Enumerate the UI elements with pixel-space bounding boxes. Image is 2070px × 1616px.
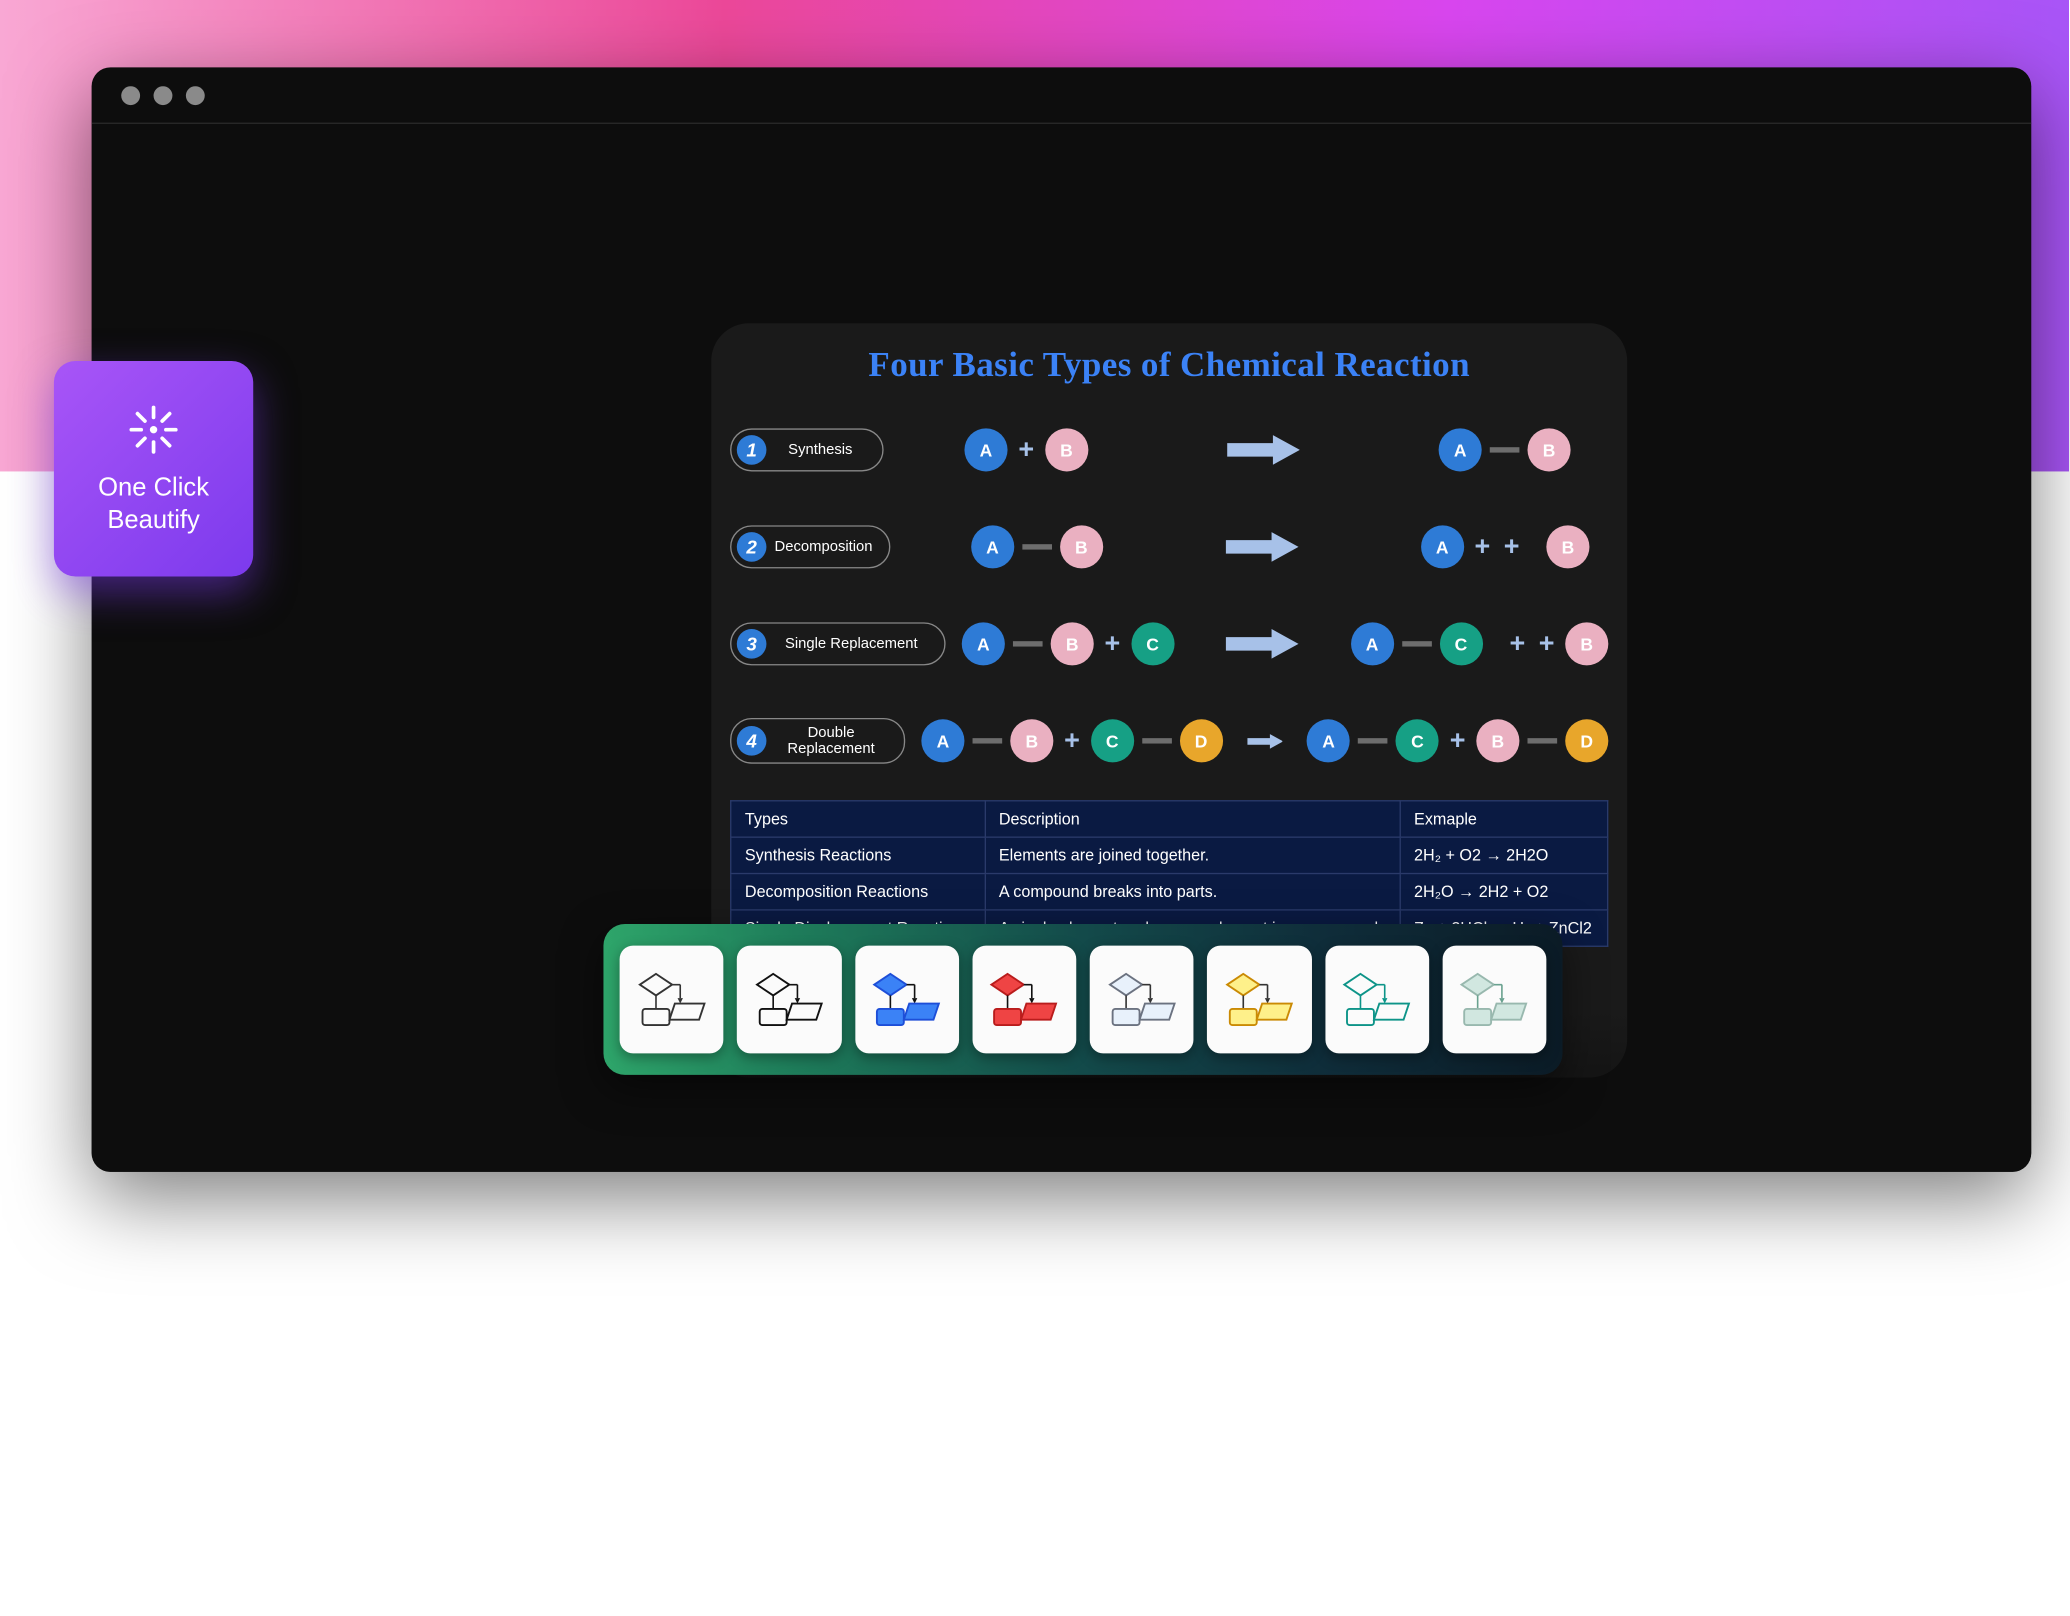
reaction-row-single-replacement: 3 Single Replacement A B + C A C + + B bbox=[730, 595, 1608, 692]
atom-c: C bbox=[1131, 622, 1174, 665]
theme-tile-outline-bold[interactable] bbox=[737, 946, 841, 1054]
table-header-description: Description bbox=[985, 801, 1400, 837]
atom-b: B bbox=[1565, 622, 1608, 665]
atom-b: B bbox=[1546, 525, 1589, 568]
atom-a: A bbox=[971, 525, 1014, 568]
window-minimize-button[interactable] bbox=[154, 86, 173, 105]
theme-tile-teal-outline[interactable] bbox=[1325, 946, 1429, 1054]
plus-sign: + bbox=[1102, 628, 1123, 659]
atom-b: B bbox=[1045, 428, 1088, 471]
reaction-number-4: 4 bbox=[737, 726, 767, 756]
reaction-name-1: Synthesis bbox=[775, 442, 867, 458]
atom-b: B bbox=[1051, 622, 1094, 665]
theme-selector-strip bbox=[603, 924, 1562, 1075]
plus-sign: + bbox=[1447, 725, 1468, 756]
plus-sign: + bbox=[1472, 531, 1493, 562]
plus-sign: + bbox=[1016, 434, 1037, 465]
reaction-label-1: 1 Synthesis bbox=[730, 428, 884, 471]
bond bbox=[1402, 641, 1432, 646]
sparkle-icon bbox=[124, 400, 183, 459]
bond bbox=[1142, 738, 1172, 743]
atom-b: B bbox=[1010, 719, 1053, 762]
theme-tile-yellow[interactable] bbox=[1207, 946, 1311, 1054]
window-titlebar bbox=[92, 67, 2032, 124]
bond bbox=[1527, 738, 1557, 743]
reaction-arrow-icon bbox=[1247, 723, 1283, 758]
plus-sign: + bbox=[1536, 628, 1557, 659]
reaction-row-double-replacement: 4 Double Replacement A B + C D A C + B D bbox=[730, 692, 1608, 789]
theme-tile-red[interactable] bbox=[972, 946, 1076, 1054]
reaction-row-synthesis: 1 Synthesis A + B A B bbox=[730, 401, 1608, 498]
atom-d: D bbox=[1180, 719, 1223, 762]
bond bbox=[1490, 447, 1520, 452]
reaction-number-1: 1 bbox=[737, 435, 767, 465]
table-header-example: Exmaple bbox=[1400, 801, 1608, 837]
bond bbox=[1358, 738, 1388, 743]
reaction-label-2: 2 Decomposition bbox=[730, 525, 890, 568]
window-close-button[interactable] bbox=[121, 86, 140, 105]
atom-c: C bbox=[1396, 719, 1439, 762]
atom-b: B bbox=[1527, 428, 1570, 471]
atom-a: A bbox=[1351, 622, 1394, 665]
atom-a: A bbox=[1421, 525, 1464, 568]
plus-sign: + bbox=[1507, 628, 1528, 659]
atom-a: A bbox=[1439, 428, 1482, 471]
one-click-beautify-label: One Click Beautify bbox=[65, 473, 243, 537]
reaction-name-2: Decomposition bbox=[775, 539, 873, 555]
reaction-arrow-icon bbox=[1227, 432, 1300, 467]
atom-a: A bbox=[964, 428, 1007, 471]
table-header-types: Types bbox=[731, 801, 985, 837]
one-click-beautify-card[interactable]: One Click Beautify bbox=[54, 361, 253, 577]
diagram-title: Four Basic Types of Chemical Reaction bbox=[730, 345, 1608, 385]
table-row: Decomposition Reactions A compound break… bbox=[731, 874, 1608, 910]
reaction-arrow-icon bbox=[1226, 626, 1299, 661]
reaction-name-3: Single Replacement bbox=[775, 636, 929, 652]
bond bbox=[1013, 641, 1043, 646]
atom-b: B bbox=[1060, 525, 1103, 568]
reaction-number-2: 2 bbox=[737, 532, 767, 562]
window-zoom-button[interactable] bbox=[186, 86, 205, 105]
theme-tile-sky[interactable] bbox=[1090, 946, 1194, 1054]
table-row: Synthesis Reactions Elements are joined … bbox=[731, 837, 1608, 873]
plus-sign: + bbox=[1061, 725, 1082, 756]
reaction-name-4: Double Replacement bbox=[775, 725, 888, 758]
reaction-arrow-icon bbox=[1225, 529, 1298, 564]
atom-a: A bbox=[1307, 719, 1350, 762]
atom-a: A bbox=[921, 719, 964, 762]
atom-a: A bbox=[962, 622, 1005, 665]
atom-b: B bbox=[1476, 719, 1519, 762]
bond bbox=[1022, 544, 1052, 549]
plus-sign: + bbox=[1501, 531, 1522, 562]
reaction-label-4: 4 Double Replacement bbox=[730, 718, 905, 764]
theme-tile-mint[interactable] bbox=[1442, 946, 1546, 1054]
atom-c: C bbox=[1091, 719, 1134, 762]
theme-tile-blue[interactable] bbox=[855, 946, 959, 1054]
theme-tile-outline-white[interactable] bbox=[620, 946, 724, 1054]
atom-c: C bbox=[1439, 622, 1482, 665]
atom-d: D bbox=[1565, 719, 1608, 762]
reaction-row-decomposition: 2 Decomposition A B A + + B bbox=[730, 498, 1608, 595]
bond bbox=[973, 738, 1003, 743]
reaction-label-3: 3 Single Replacement bbox=[730, 622, 946, 665]
reaction-number-3: 3 bbox=[737, 629, 767, 659]
